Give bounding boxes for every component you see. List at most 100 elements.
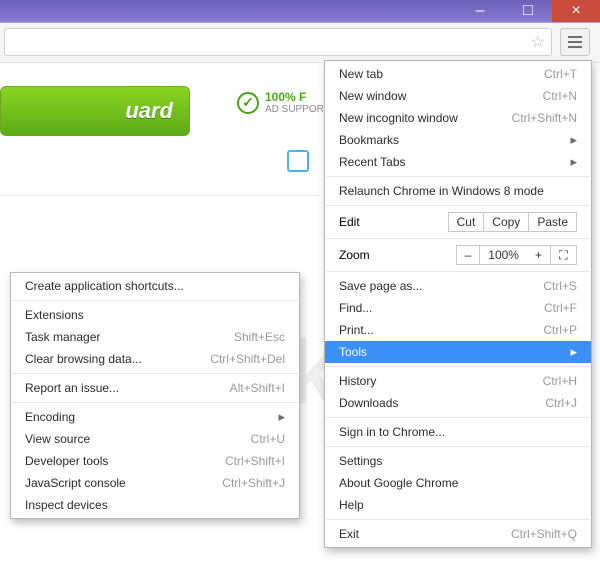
window-maximize-button[interactable]: □: [504, 0, 552, 22]
menu-about[interactable]: About Google Chrome: [325, 472, 591, 494]
menu-save-page[interactable]: Save page as... Ctrl+S: [325, 275, 591, 297]
menu-shortcut: Ctrl+Shift+Q: [511, 527, 577, 541]
sub-create-shortcuts[interactable]: Create application shortcuts...: [11, 275, 299, 297]
menu-separator: [326, 366, 590, 367]
menu-shortcut: Alt+Shift+I: [230, 381, 285, 395]
menu-separator: [326, 205, 590, 206]
menu-shortcut: Ctrl+F: [544, 301, 577, 315]
menu-separator: [12, 300, 298, 301]
menu-shortcut: Ctrl+T: [544, 67, 577, 81]
menu-shortcut: Ctrl+S: [543, 279, 577, 293]
zoom-out-button[interactable]: –: [456, 245, 481, 265]
menu-new-window[interactable]: New window Ctrl+N: [325, 85, 591, 107]
window-close-button[interactable]: ×: [552, 0, 600, 22]
menu-label: Inspect devices: [25, 498, 108, 512]
menu-label: Tools: [339, 345, 367, 359]
menu-shortcut: Ctrl+H: [543, 374, 577, 388]
menu-label: Extensions: [25, 308, 84, 322]
menu-label: About Google Chrome: [339, 476, 458, 490]
window-minimize-button[interactable]: –: [456, 0, 504, 22]
window-titlebar: – □ ×: [0, 0, 600, 22]
menu-shortcut: Ctrl+J: [545, 396, 577, 410]
sub-js-console[interactable]: JavaScript consoleCtrl+Shift+J: [11, 472, 299, 494]
menu-shortcut: Shift+Esc: [234, 330, 285, 344]
menu-relaunch-win8[interactable]: Relaunch Chrome in Windows 8 mode: [325, 180, 591, 202]
edit-copy-button[interactable]: Copy: [484, 212, 529, 232]
menu-help[interactable]: Help: [325, 494, 591, 516]
free-badge-sub: AD SUPPOR: [265, 104, 324, 115]
menu-shortcut: Ctrl+Shift+N: [512, 111, 577, 125]
menu-label: Downloads: [339, 396, 398, 410]
address-bar[interactable]: ☆: [4, 28, 552, 56]
menu-separator: [326, 417, 590, 418]
tools-submenu: Create application shortcuts... Extensio…: [10, 272, 300, 519]
sub-extensions[interactable]: Extensions: [11, 304, 299, 326]
menu-shortcut: Ctrl+N: [543, 89, 577, 103]
sub-inspect-devices[interactable]: Inspect devices: [11, 494, 299, 516]
menu-label: Print...: [339, 323, 374, 337]
zoom-in-button[interactable]: +: [527, 245, 551, 265]
chevron-right-icon: ▸: [570, 154, 577, 170]
divider: [0, 195, 320, 196]
sub-encoding[interactable]: Encoding ▸: [11, 406, 299, 428]
menu-label: Developer tools: [25, 454, 108, 468]
menu-tools[interactable]: Tools▸: [325, 341, 591, 363]
menu-separator: [326, 519, 590, 520]
menu-edit-row: Edit Cut Copy Paste: [325, 209, 591, 235]
menu-new-tab[interactable]: New tab Ctrl+T: [325, 63, 591, 85]
menu-label: Create application shortcuts...: [25, 279, 184, 293]
menu-recent-tabs[interactable]: Recent Tabs ▸: [325, 151, 591, 173]
calendar-icon: [287, 150, 309, 172]
menu-separator: [326, 238, 590, 239]
sub-dev-tools[interactable]: Developer tools Ctrl+Shift+I: [11, 450, 299, 472]
download-button[interactable]: uard: [0, 86, 190, 136]
free-badge: ✓ 100% F AD SUPPOR: [237, 90, 324, 115]
fullscreen-button[interactable]: ⛶: [551, 245, 577, 265]
menu-label: Save page as...: [339, 279, 422, 293]
menu-shortcut: Ctrl+P: [543, 323, 577, 337]
menu-find[interactable]: Find... Ctrl+F: [325, 297, 591, 319]
menu-print[interactable]: Print... Ctrl+P: [325, 319, 591, 341]
menu-label: Help: [339, 498, 364, 512]
menu-label: Report an issue...: [25, 381, 119, 395]
edit-paste-button[interactable]: Paste: [529, 212, 577, 232]
menu-zoom-row: Zoom – 100% + ⛶: [325, 242, 591, 268]
menu-label: New window: [339, 89, 406, 103]
menu-label: Task manager: [25, 330, 100, 344]
bookmark-star-icon[interactable]: ☆: [531, 32, 545, 52]
menu-label: Sign in to Chrome...: [339, 425, 445, 439]
menu-label: JavaScript console: [25, 476, 126, 490]
menu-downloads[interactable]: Downloads Ctrl+J: [325, 392, 591, 414]
menu-shortcut: Ctrl+Shift+Del: [210, 352, 285, 366]
menu-label: Settings: [339, 454, 382, 468]
sub-task-manager[interactable]: Task manager Shift+Esc: [11, 326, 299, 348]
menu-history[interactable]: HistoryCtrl+H: [325, 370, 591, 392]
menu-label: New tab: [339, 67, 383, 81]
chevron-right-icon: ▸: [278, 409, 285, 425]
edit-cut-button[interactable]: Cut: [448, 212, 485, 232]
chrome-menu-button[interactable]: [560, 28, 590, 56]
menu-label: Exit: [339, 527, 359, 541]
checkmark-icon: ✓: [237, 92, 259, 114]
menu-settings[interactable]: Settings: [325, 450, 591, 472]
menu-label: Find...: [339, 301, 372, 315]
menu-label: Relaunch Chrome in Windows 8 mode: [339, 184, 544, 198]
menu-shortcut: Ctrl+Shift+I: [225, 454, 285, 468]
chevron-right-icon: ▸: [570, 132, 577, 148]
sub-view-source[interactable]: View source Ctrl+U: [11, 428, 299, 450]
menu-sign-in[interactable]: Sign in to Chrome...: [325, 421, 591, 443]
menu-bookmarks[interactable]: Bookmarks▸: [325, 129, 591, 151]
menu-separator: [326, 446, 590, 447]
menu-shortcut: Ctrl+U: [251, 432, 285, 446]
sub-report-issue[interactable]: Report an issue... Alt+Shift+I: [11, 377, 299, 399]
menu-label: Clear browsing data...: [25, 352, 142, 366]
sub-clear-data[interactable]: Clear browsing data... Ctrl+Shift+Del: [11, 348, 299, 370]
menu-separator: [12, 373, 298, 374]
menu-incognito[interactable]: New incognito windowCtrl+Shift+N: [325, 107, 591, 129]
free-badge-title: 100% F: [265, 90, 324, 104]
menu-label: Encoding: [25, 410, 75, 424]
menu-label: View source: [25, 432, 90, 446]
menu-separator: [326, 271, 590, 272]
menu-exit[interactable]: Exit Ctrl+Shift+Q: [325, 523, 591, 545]
menu-label: Recent Tabs: [339, 155, 406, 169]
